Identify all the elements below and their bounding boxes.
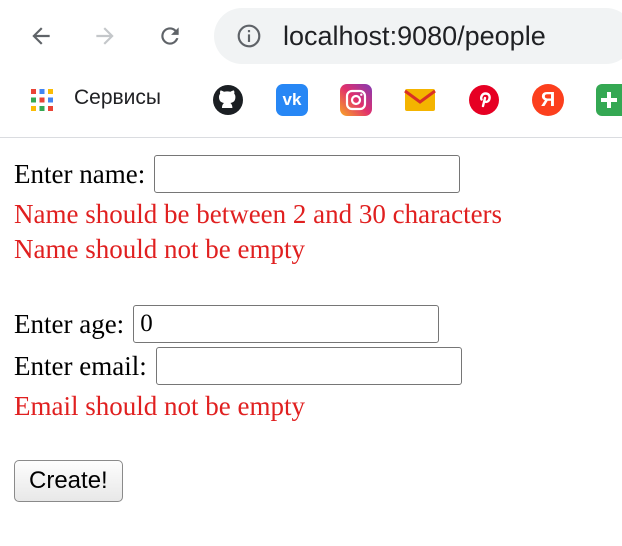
browser-chrome: localhost:9080/people Сервисы vk Я [0,0,622,138]
name-row: Enter name: [14,155,461,193]
page-content: Enter name: Name should be between 2 and… [0,138,622,546]
age-label: Enter age: [14,309,125,339]
create-button[interactable]: Create! [14,460,123,502]
name-input[interactable] [154,155,461,193]
email-label: Enter email: [14,351,147,381]
site-info-icon[interactable] [236,23,262,49]
back-button[interactable] [21,16,61,56]
email-row: Enter email: [14,347,462,385]
name-error-length: Name should be between 2 and 30 characte… [14,199,503,229]
yandex-icon[interactable]: Я [532,84,564,116]
green-plus-icon[interactable] [596,84,622,116]
name-error-empty: Name should not be empty [14,234,305,264]
vk-icon[interactable]: vk [276,84,308,116]
reload-icon [161,27,179,45]
url-text[interactable]: localhost:9080/people [283,21,546,52]
age-row: Enter age: [14,305,440,343]
gmail-icon[interactable] [404,84,436,116]
email-input[interactable] [155,347,462,385]
github-icon[interactable] [212,84,244,116]
apps-grid-icon[interactable] [26,84,58,116]
name-label: Enter name: [14,159,146,189]
bookmarks-bar: Сервисы vk Я [0,78,622,122]
instagram-icon[interactable] [340,84,372,116]
reload-button[interactable] [150,16,190,56]
age-input[interactable] [133,305,440,343]
forward-button[interactable] [85,16,125,56]
forward-arrow-icon [96,27,114,45]
email-error-empty: Email should not be empty [14,391,305,421]
back-arrow-icon [32,27,50,45]
bookmark-services-label[interactable]: Сервисы [74,86,161,110]
pinterest-icon[interactable] [468,84,500,116]
address-bar[interactable]: localhost:9080/people [214,8,622,64]
